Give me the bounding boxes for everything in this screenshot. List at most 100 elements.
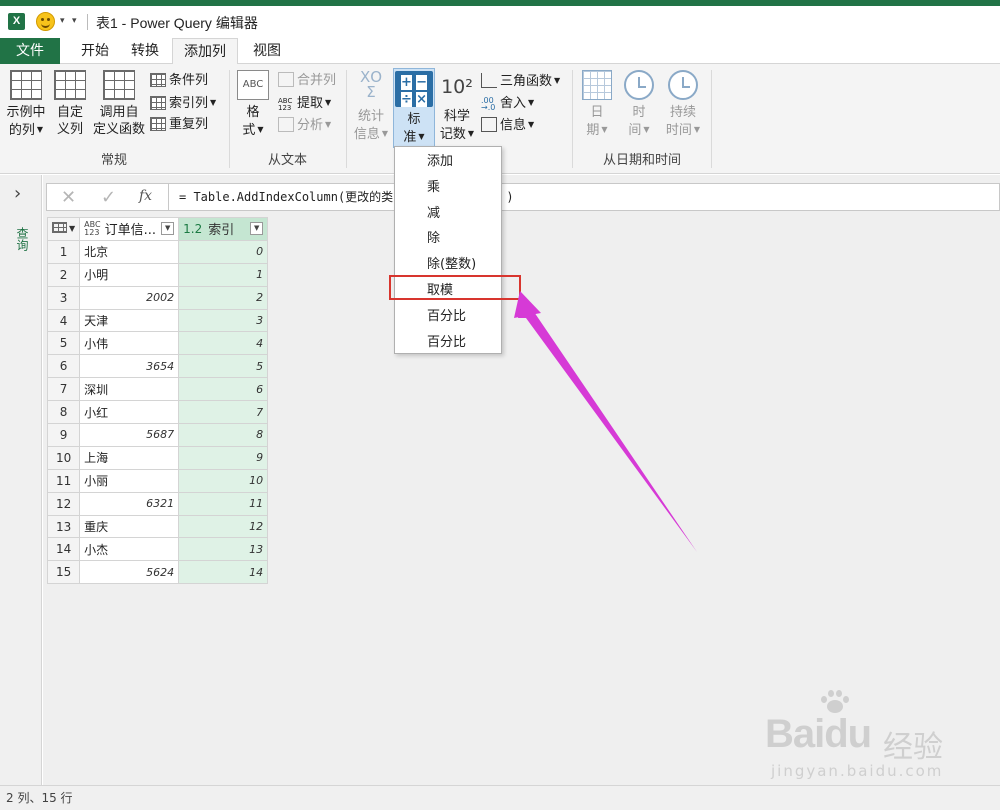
confirm-formula-icon[interactable]: ✓ (101, 187, 116, 208)
cell-order-info[interactable]: 深圳 (79, 377, 180, 402)
custom-column-button[interactable]: 自定 义列 (50, 70, 90, 138)
cell-order-info[interactable]: 6321 (79, 491, 180, 516)
row-number[interactable]: 15 (46, 560, 81, 585)
table-row[interactable]: 6 3654 5 (46, 354, 269, 379)
quick-access-customize-icon[interactable]: ▾ (72, 16, 77, 26)
cell-order-info[interactable]: 5624 (79, 560, 180, 585)
cell-order-info[interactable]: 2002 (79, 285, 180, 310)
conditional-column-button[interactable]: 条件列 (150, 70, 208, 91)
table-row[interactable]: 1 北京 0 (46, 239, 269, 264)
cell-index[interactable]: 12 (178, 514, 269, 539)
cell-index[interactable]: 7 (178, 400, 269, 425)
dropdown-item[interactable]: 乘 (395, 175, 501, 201)
row-number[interactable]: 5 (46, 331, 81, 356)
cell-index[interactable]: 10 (178, 468, 269, 493)
cell-order-info[interactable]: 5687 (79, 423, 180, 447)
row-number[interactable]: 3 (46, 285, 81, 310)
tab-transform[interactable]: 转换 (120, 38, 170, 64)
expand-chevron-icon[interactable]: › (14, 183, 21, 204)
cell-index[interactable]: 14 (178, 560, 269, 585)
time-button[interactable]: 时 间 ▼ (621, 70, 657, 139)
cell-order-info[interactable]: 小丽 (79, 468, 180, 493)
information-button[interactable]: 信息 ▼ (481, 114, 534, 135)
table-row[interactable]: 15 5624 14 (46, 560, 269, 585)
cell-index[interactable]: 9 (178, 445, 269, 470)
queries-pane-label[interactable]: 查询 (14, 227, 31, 251)
column-header-order-info[interactable]: ABC 123 订单信... ▼ (79, 217, 180, 241)
tab-home[interactable]: 开始 (70, 38, 120, 64)
duration-button[interactable]: 持续 时间 ▼ (663, 70, 703, 139)
cell-order-info[interactable]: 3654 (79, 354, 180, 379)
row-number[interactable]: 7 (46, 377, 81, 402)
cell-order-info[interactable]: 小明 (79, 262, 180, 287)
cell-index[interactable]: 11 (178, 491, 269, 516)
date-button[interactable]: 日 期 ▼ (579, 70, 615, 139)
statistics-button[interactable]: XΟ Σ 统计 信息 ▼ (351, 70, 391, 143)
cell-order-info[interactable]: 天津 (79, 308, 180, 333)
excel-app-icon[interactable]: X (8, 13, 25, 30)
table-row[interactable]: 10 上海 9 (46, 445, 269, 470)
table-row[interactable]: 8 小红 7 (46, 400, 269, 425)
tab-add-column[interactable]: 添加列 (172, 38, 238, 65)
merge-columns-button[interactable]: 合并列 (278, 70, 336, 91)
table-row[interactable]: 12 6321 11 (46, 491, 269, 516)
duplicate-column-button[interactable]: 重复列 (150, 114, 208, 135)
table-row[interactable]: 3 2002 2 (46, 285, 269, 310)
cell-index[interactable]: 2 (178, 285, 269, 310)
row-number[interactable]: 4 (46, 308, 81, 333)
row-number[interactable]: 9 (46, 423, 81, 447)
cell-order-info[interactable]: 重庆 (79, 514, 180, 539)
cell-order-info[interactable]: 小红 (79, 400, 180, 425)
cell-index[interactable]: 5 (178, 354, 269, 379)
cell-order-info[interactable]: 北京 (79, 239, 180, 264)
row-number[interactable]: 1 (46, 239, 81, 264)
cell-index[interactable]: 4 (178, 331, 269, 356)
column-header-index[interactable]: 1.2 索引 ▼ (178, 217, 269, 241)
dropdown-item[interactable]: 百分比 (395, 330, 501, 356)
cell-index[interactable]: 1 (178, 262, 269, 287)
table-menu-button[interactable]: ▼ (46, 217, 81, 241)
extract-button[interactable]: ABC 123 提取 ▼ (278, 92, 331, 113)
row-number[interactable]: 11 (46, 468, 81, 493)
table-row[interactable]: 2 小明 1 (46, 262, 269, 287)
tab-view[interactable]: 视图 (242, 38, 292, 64)
row-number[interactable]: 8 (46, 400, 81, 425)
table-row[interactable]: 4 天津 3 (46, 308, 269, 333)
row-number[interactable]: 2 (46, 262, 81, 287)
row-number[interactable]: 12 (46, 491, 81, 516)
table-row[interactable]: 13 重庆 12 (46, 514, 269, 539)
type-any-icon[interactable]: ABC 123 (84, 220, 100, 237)
row-number[interactable]: 10 (46, 445, 81, 470)
table-row[interactable]: 14 小杰 13 (46, 537, 269, 562)
format-button[interactable]: ABC 格 式 ▼ (236, 70, 270, 139)
smiley-feedback-icon[interactable] (36, 12, 55, 31)
row-number[interactable]: 6 (46, 354, 81, 379)
table-row[interactable]: 7 深圳 6 (46, 377, 269, 402)
dropdown-item[interactable]: 添加 (395, 149, 501, 175)
parse-button[interactable]: 分析 ▼ (278, 114, 331, 135)
dropdown-item[interactable]: 百分比 (395, 304, 501, 330)
row-number[interactable]: 13 (46, 514, 81, 539)
cell-index[interactable]: 13 (178, 537, 269, 562)
index-column-button[interactable]: 索引列 ▼ (150, 92, 216, 113)
feedback-dropdown-arrow-icon[interactable]: ▾ (60, 16, 65, 26)
cell-order-info[interactable]: 小杰 (79, 537, 180, 562)
column-from-examples-button[interactable]: 示例中 的列 ▼ (4, 70, 48, 139)
table-row[interactable]: 9 5687 8 (46, 423, 269, 447)
cell-index[interactable]: 6 (178, 377, 269, 402)
filter-dropdown-icon[interactable]: ▼ (161, 222, 175, 236)
dropdown-item[interactable]: 减 (395, 201, 501, 227)
table-row[interactable]: 5 小伟 4 (46, 331, 269, 356)
tab-file[interactable]: 文件 (0, 38, 60, 64)
type-decimal-icon[interactable]: 1.2 (183, 222, 202, 236)
rounding-button[interactable]: .00 →.0 舍入 ▼ (481, 92, 534, 113)
cell-index[interactable]: 8 (178, 423, 269, 447)
cell-index[interactable]: 0 (178, 239, 269, 264)
cell-order-info[interactable]: 上海 (79, 445, 180, 470)
cell-order-info[interactable]: 小伟 (79, 331, 180, 356)
scientific-button[interactable]: 10² 科学 记数 ▼ (437, 70, 477, 143)
dropdown-item[interactable]: 除 (395, 226, 501, 252)
cell-index[interactable]: 3 (178, 308, 269, 333)
table-row[interactable]: 11 小丽 10 (46, 468, 269, 493)
row-number[interactable]: 14 (46, 537, 81, 562)
